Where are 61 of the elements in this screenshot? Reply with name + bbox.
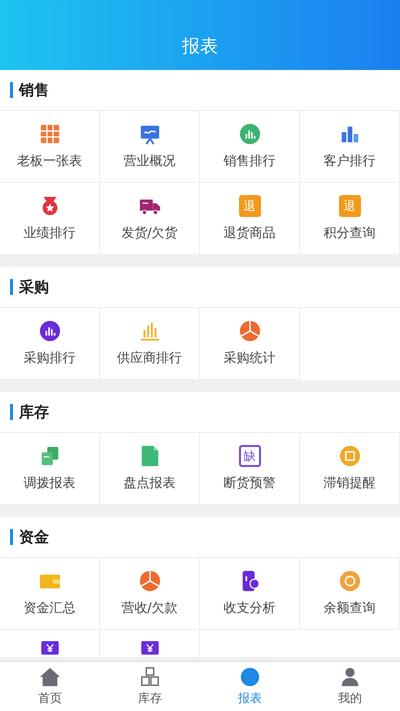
tab[interactable]: 我的 xyxy=(300,662,400,711)
tile-label: 积分查询 xyxy=(324,225,376,242)
report-tile[interactable]: 销售排行 xyxy=(200,111,300,183)
person-icon xyxy=(339,666,361,688)
tile-label: 收支分析 xyxy=(224,600,276,617)
tile-label: 断货预警 xyxy=(224,475,276,492)
tile-label: 老板一张表 xyxy=(17,153,82,170)
report-tile[interactable]: 退 积分查询 xyxy=(300,183,400,255)
section-title: 库存 xyxy=(19,402,49,422)
tile-label: 销售排行 xyxy=(224,153,276,170)
report-tile[interactable]: 业绩排行 xyxy=(0,183,100,255)
report-tile[interactable]: 营收/欠款 xyxy=(100,558,200,630)
tile-label: 退货商品 xyxy=(224,225,276,242)
tile-label: 调拨报表 xyxy=(24,475,76,492)
section-title: 采购 xyxy=(19,278,49,296)
document-icon: 退 xyxy=(338,195,360,217)
report-tile[interactable]: 营业概况 xyxy=(100,111,200,183)
report-tile[interactable]: 滞销提醒 xyxy=(300,433,400,505)
tile-label: 营业概况 xyxy=(124,153,176,170)
tab[interactable]: 首页 xyxy=(0,662,100,711)
tile-label: 资金汇总 xyxy=(24,600,76,617)
bar-chart-icon xyxy=(238,123,260,145)
report-tile[interactable]: 老板一张表 xyxy=(0,111,100,183)
report-tile[interactable]: 收支分析 xyxy=(200,558,300,630)
tile-label: 采购统计 xyxy=(224,350,276,367)
tile-label: 采购排行 xyxy=(24,350,76,367)
tab[interactable]: 报表 xyxy=(200,662,300,711)
tab[interactable]: 库存 xyxy=(100,662,200,711)
tile-label: 滞销提醒 xyxy=(324,475,376,492)
report-tile[interactable]: 退 退货商品 xyxy=(200,183,300,255)
report-tile[interactable]: 缺 断货预警 xyxy=(200,433,300,505)
table-icon xyxy=(38,123,60,145)
report-tile[interactable]: 发货/欠货 xyxy=(100,183,200,255)
report-tile[interactable]: 资金汇总 xyxy=(0,558,100,630)
report-tile[interactable]: 采购排行 xyxy=(0,308,100,380)
report-tile[interactable]: 盘点报表 xyxy=(100,433,200,505)
section-title: 资金 xyxy=(19,528,49,546)
section-title: 销售 xyxy=(19,80,49,100)
coin-icon xyxy=(338,445,360,467)
box-icon: 缺 xyxy=(238,445,260,467)
bar-chart-icon xyxy=(138,320,160,342)
bar-chart-icon xyxy=(38,320,60,342)
report-tile[interactable]: 采购统计 xyxy=(200,308,300,380)
home-icon xyxy=(39,666,61,688)
report-tile[interactable]: 余额查询 xyxy=(300,558,400,630)
document-icon: 退 xyxy=(238,195,260,217)
presentation-board-icon xyxy=(138,123,160,145)
tile-label: 余额查询 xyxy=(324,600,376,617)
tile-label: 发货/欠货 xyxy=(121,225,178,242)
pie-chart-icon xyxy=(238,320,260,342)
tile-label: 客户排行 xyxy=(324,153,376,170)
tile-label: 供应商排行 xyxy=(117,350,182,367)
page-title: 报表 xyxy=(182,35,218,58)
tile-label: 业绩排行 xyxy=(24,225,76,242)
cubes-icon xyxy=(139,666,161,688)
report-tile[interactable]: 调拨报表 xyxy=(0,433,100,505)
report-tile[interactable]: 客户排行 xyxy=(300,111,400,183)
tile-label: 营收/欠款 xyxy=(121,600,178,617)
tile-label: 盘点报表 xyxy=(124,475,176,492)
report-tile[interactable]: 供应商排行 xyxy=(100,308,200,380)
pie-chart-icon xyxy=(138,570,160,592)
